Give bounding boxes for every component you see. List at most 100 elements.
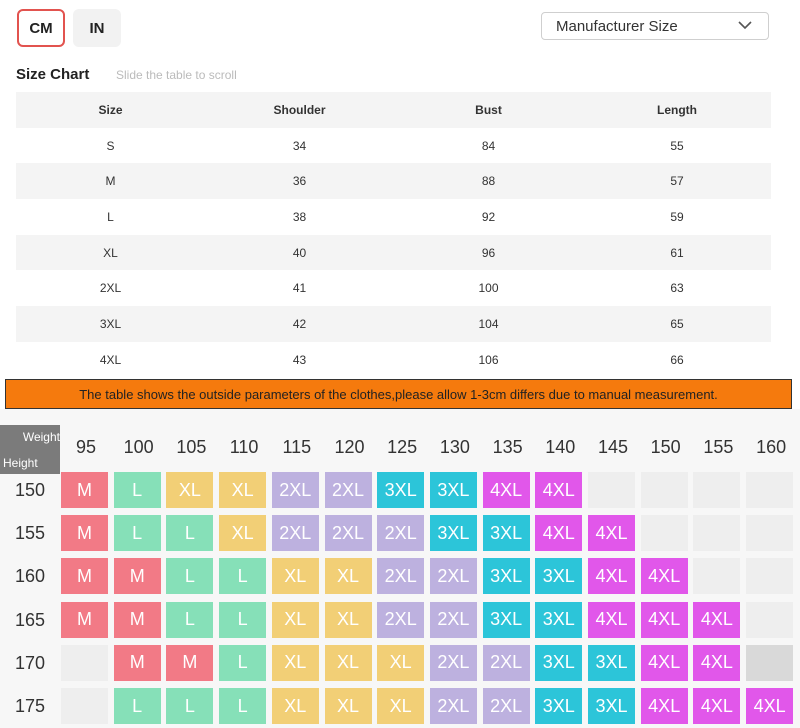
- height-axis-label: Height: [3, 456, 38, 470]
- grid-corner-header: Weight Height: [0, 425, 60, 474]
- size-cell: M: [113, 644, 161, 681]
- size-cell: M: [61, 558, 108, 595]
- table-cell: 88: [481, 174, 496, 189]
- weight-axis-label: Weight: [22, 430, 60, 444]
- table-cell: 38: [292, 209, 307, 224]
- size-cell: XL: [271, 644, 319, 681]
- size-cell: M: [166, 644, 214, 681]
- weight-height-size-grid: Weight Height 95 100 105 110 115 120 125 130 135…: [0, 409, 800, 728]
- size-cell: 2XL: [271, 472, 319, 508]
- weight-header: 150: [650, 437, 681, 457]
- weight-header: 110: [229, 437, 259, 457]
- size-cell: XL: [324, 644, 372, 681]
- table-cell: 42: [292, 316, 307, 331]
- size-cell: [746, 601, 794, 638]
- table-cell: 4XL: [99, 352, 122, 367]
- size-cell: L: [166, 601, 214, 638]
- table-cell: 96: [481, 245, 496, 260]
- size-cell: [693, 515, 741, 552]
- size-cell: 4XL: [588, 558, 635, 595]
- size-cell: M: [61, 472, 108, 508]
- size-type-select[interactable]: Manufacturer Size: [541, 12, 769, 40]
- table-cell: 66: [670, 352, 684, 367]
- size-cell: 3XL: [482, 558, 530, 595]
- size-cell: XL: [219, 515, 267, 552]
- size-cell: 3XL: [429, 515, 477, 552]
- table-row: M 36 88 57: [16, 163, 771, 200]
- size-cell: [746, 644, 794, 681]
- size-cell: 2XL: [429, 601, 477, 638]
- height-header: 165: [14, 609, 46, 630]
- size-cell: 2XL: [377, 558, 425, 595]
- size-type-value: Manufacturer Size: [556, 17, 678, 35]
- size-cell: XL: [271, 688, 319, 724]
- size-cell: XL: [324, 688, 372, 724]
- size-cell: L: [166, 515, 214, 552]
- unit-in-button[interactable]: IN: [73, 9, 121, 47]
- table-cell: 34: [292, 138, 307, 153]
- table-cell: 36: [292, 174, 307, 189]
- size-cell: 4XL: [535, 472, 583, 508]
- size-cell: 4XL: [693, 688, 741, 724]
- table-cell: L: [107, 209, 114, 224]
- size-cell: M: [61, 601, 108, 638]
- size-cell: L: [219, 601, 267, 638]
- size-cell: 2XL: [429, 688, 477, 724]
- table-row: L 38 92 59: [16, 199, 771, 235]
- chevron-down-icon: [738, 21, 752, 30]
- weight-header: 125: [387, 437, 418, 457]
- size-cell: 3XL: [429, 472, 477, 508]
- table-cell: 2XL: [99, 281, 122, 296]
- size-cell: 3XL: [482, 515, 530, 552]
- size-cell: 2XL: [377, 601, 425, 638]
- table-cell: 61: [670, 245, 684, 260]
- unit-cm-button[interactable]: CM: [17, 9, 65, 47]
- size-cell: L: [166, 688, 214, 724]
- size-cell: XL: [271, 558, 319, 595]
- table-row: 2XL 41 100 63: [16, 270, 771, 306]
- table-row: 3XL 42 104 65: [16, 306, 771, 342]
- size-chart-title: Size Chart: [16, 66, 90, 83]
- size-cell: L: [113, 515, 161, 552]
- column-header: Size: [98, 102, 123, 117]
- size-cell: 4XL: [640, 558, 688, 595]
- table-cell: S: [106, 138, 115, 153]
- size-chart-table[interactable]: Size Shoulder Bust Length S 34 84 55 M 3…: [16, 92, 771, 378]
- height-header: 155: [14, 523, 46, 544]
- height-header: 170: [14, 652, 46, 673]
- weight-header: 160: [756, 437, 787, 457]
- height-header: 160: [14, 566, 46, 587]
- table-cell: 65: [670, 316, 684, 331]
- size-cell: 2XL: [482, 688, 530, 724]
- size-cell: 2XL: [271, 515, 319, 552]
- size-cell: 2XL: [429, 558, 477, 595]
- size-cell: M: [61, 515, 108, 552]
- table-cell: 40: [292, 245, 307, 260]
- size-cell: [746, 558, 794, 595]
- table-cell: XL: [103, 245, 118, 260]
- size-cell: L: [219, 688, 267, 724]
- weight-header: 95: [75, 437, 97, 457]
- size-cell: [588, 472, 635, 508]
- size-cell: 2XL: [324, 472, 372, 508]
- weight-header: 100: [123, 437, 154, 457]
- size-cell: XL: [219, 472, 267, 508]
- table-cell: 100: [478, 281, 499, 296]
- size-cell: 4XL: [535, 515, 583, 552]
- size-cell: L: [219, 558, 267, 595]
- size-cell: 2XL: [482, 644, 530, 681]
- table-header-row: Size Shoulder Bust Length: [16, 92, 771, 128]
- table-cell: 59: [670, 209, 684, 224]
- weight-header: 140: [545, 437, 576, 457]
- size-cell: [746, 515, 794, 552]
- weight-header: 105: [176, 437, 207, 457]
- table-cell: 84: [481, 138, 496, 153]
- table-row: 4XL 43 106 66: [16, 342, 771, 378]
- size-cell: 3XL: [588, 688, 635, 724]
- weight-header: 145: [597, 437, 629, 457]
- size-cell: [61, 644, 108, 681]
- size-cell: 4XL: [746, 688, 794, 724]
- size-cell: XL: [271, 601, 319, 638]
- table-cell: 63: [670, 281, 684, 296]
- size-cell: XL: [324, 601, 372, 638]
